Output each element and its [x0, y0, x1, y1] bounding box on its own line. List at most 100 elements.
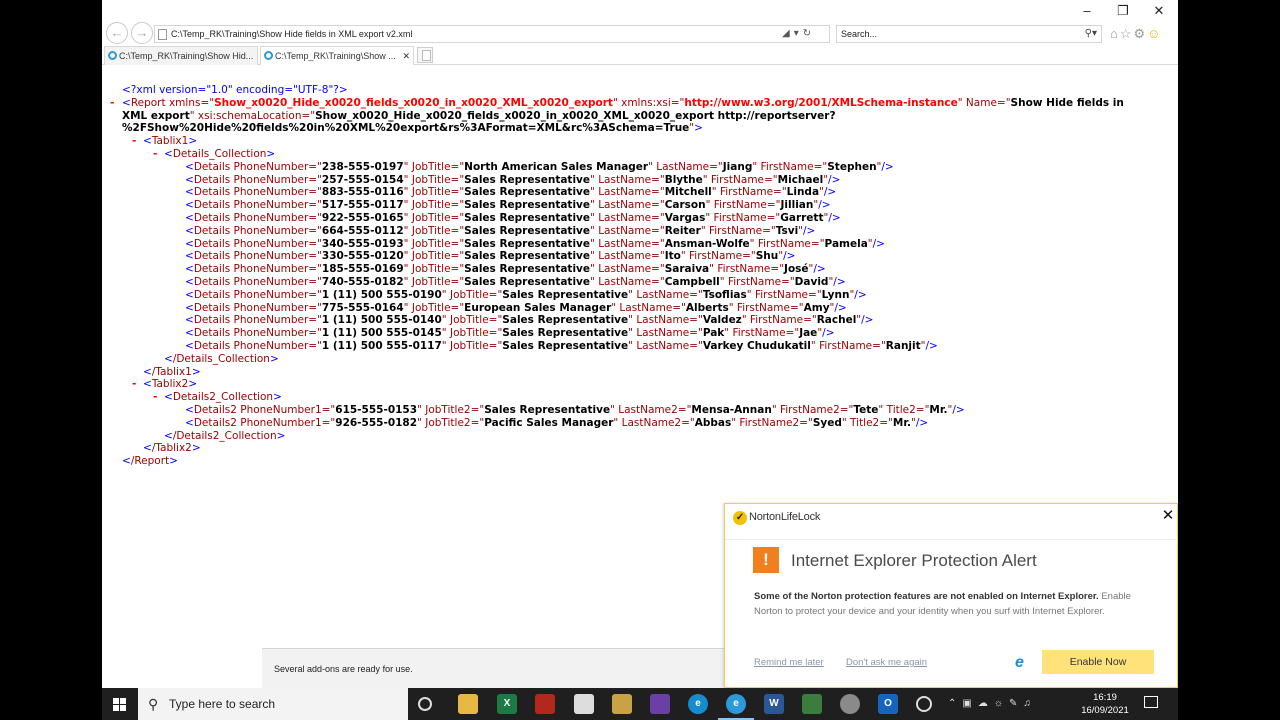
notepad-icon[interactable] [574, 694, 594, 714]
attr-value: Sales Representative [464, 186, 591, 199]
title-bar: – ❐ ✕ ← → C:\Temp_RK\Training\Show Hide … [102, 0, 1178, 45]
tag-name: Details [193, 160, 231, 173]
search-icon[interactable]: ⚲▾ [1085, 26, 1097, 42]
windows-logo-part [120, 705, 126, 711]
attr-name: LastName=" [594, 250, 665, 263]
collapse-toggle[interactable]: - [132, 378, 136, 391]
attr-name: FirstName=" [707, 173, 778, 186]
attr-value: 615-555-0153 [335, 403, 418, 416]
bracket: < [143, 135, 152, 148]
bracket: < [185, 314, 194, 327]
back-button[interactable]: ← [106, 22, 128, 44]
visual-studio-icon[interactable] [650, 694, 670, 714]
system-tray[interactable]: ⌃▣☁☼✎♫ [948, 698, 1037, 709]
favorites-star-icon[interactable]: ☆ [1120, 26, 1134, 41]
attr-name: LastName=" [632, 314, 703, 327]
tag-name: Details [193, 263, 231, 276]
file-explorer-icon[interactable] [458, 694, 478, 714]
attr-name: JobTitle=" [408, 275, 465, 288]
bracket: < [143, 378, 152, 391]
attr-name: PhoneNumber=" [230, 237, 322, 250]
dont-ask-again-link[interactable]: Don't ask me again [846, 657, 927, 668]
attr-name: PhoneNumber=" [230, 199, 322, 212]
excel-icon[interactable]: X [497, 694, 517, 714]
attr-name: LastName=" [594, 199, 665, 212]
tag-name: Details [193, 314, 231, 327]
taskbar-search[interactable]: ⚲ Type here to search [138, 688, 408, 720]
attr-value: Sales Representative [502, 288, 629, 301]
word-icon[interactable]: W [764, 694, 784, 714]
project-icon[interactable] [802, 694, 822, 714]
bracket: /> [828, 173, 841, 186]
app-icon-4[interactable] [916, 696, 932, 712]
forward-button[interactable]: → [131, 22, 153, 44]
tag-name: Tablix1 [151, 135, 189, 148]
enable-now-button[interactable]: Enable Now [1042, 650, 1154, 674]
address-bar[interactable]: C:\Temp_RK\Training\Show Hide fields in … [154, 25, 830, 43]
outlook-icon[interactable]: O [878, 694, 898, 714]
bracket: < [164, 352, 173, 365]
restore-button[interactable]: ❐ [1108, 2, 1138, 20]
settings-gear-icon[interactable]: ⚙ [1134, 26, 1148, 41]
details-row: <Details PhoneNumber="664-555-0112" JobT… [102, 225, 1178, 238]
minimize-button[interactable]: – [1072, 2, 1102, 20]
attr-name: xmlns:xsi=" [617, 96, 685, 109]
bracket: /> [881, 160, 894, 173]
tablix1-open: - <Tablix1> [102, 135, 1178, 148]
search-box[interactable]: Search... ⚲▾ [836, 25, 1102, 43]
app-icon-3[interactable] [840, 694, 860, 714]
bracket: < [122, 455, 131, 468]
bracket: > [169, 455, 178, 468]
norton-check-icon: ✓ [733, 511, 747, 525]
attr-name: JobTitle=" [408, 263, 465, 276]
notifications-icon[interactable] [1144, 696, 1158, 708]
bracket: /> [861, 314, 874, 327]
attr-value: Sales Representative [464, 199, 591, 212]
clock[interactable]: 16:19 16/09/2021 [1078, 691, 1132, 717]
attr-name: JobTitle=" [408, 301, 465, 314]
collapse-toggle[interactable]: - [132, 135, 136, 148]
tag-name: Details [193, 199, 231, 212]
bracket: /> [915, 416, 929, 429]
home-icon[interactable]: ⌂ [1110, 26, 1120, 41]
attr-value: Linda [786, 186, 820, 199]
attr-value: 922-555-0165 [321, 211, 404, 224]
tab-1[interactable]: C:\Temp_RK\Training\Show Hid... [104, 46, 258, 65]
internet-explorer-icon: e [1015, 654, 1024, 671]
attr-name: JobTitle=" [446, 314, 503, 327]
attr-value: Sales Representative [484, 403, 611, 416]
new-tab-button[interactable] [417, 47, 433, 63]
close-popup-button[interactable]: ✕ [1161, 506, 1175, 524]
feedback-smiley-icon[interactable]: ☺ [1147, 26, 1162, 41]
bracket: < [143, 442, 152, 455]
attr-value: Tete [853, 403, 879, 416]
toolbar-icons[interactable]: ⌂☆⚙☺ [1110, 26, 1162, 42]
attr-name: FirstName=" [751, 288, 822, 301]
app-icon[interactable] [535, 694, 555, 714]
collapse-toggle[interactable]: - [153, 391, 157, 404]
app-icon-2[interactable] [612, 694, 632, 714]
attr-name: JobTitle2=" [421, 403, 485, 416]
remind-me-later-link[interactable]: Remind me later [754, 657, 824, 668]
tab-label: C:\Temp_RK\Training\Show Hid... [119, 51, 254, 61]
bracket: < [185, 160, 194, 173]
start-button[interactable] [102, 688, 138, 720]
edge-icon[interactable]: e [688, 694, 708, 714]
tab-2-active[interactable]: C:\Temp_RK\Training\Show ... ✕ [260, 46, 414, 65]
bracket: < [164, 429, 173, 442]
internet-explorer-icon[interactable]: e [718, 694, 754, 720]
windows-logo-icon [113, 698, 119, 704]
address-tools[interactable]: ◢▾↻ [782, 28, 815, 39]
close-tab-icon[interactable]: ✕ [402, 47, 410, 65]
tablix1-close: </Tablix1> [102, 366, 1178, 379]
cortana-icon[interactable] [418, 697, 432, 711]
close-window-button[interactable]: ✕ [1144, 2, 1174, 20]
xml-document: <?xml version="1.0" encoding="UTF-8"?> - <… [102, 84, 1178, 468]
attr-name: LastName=" [594, 237, 665, 250]
bracket: < [122, 96, 131, 109]
attr-value: 330-555-0120 [321, 250, 404, 263]
collapse-toggle[interactable]: - [153, 148, 157, 161]
attr-name: LastName2=" [618, 416, 695, 429]
collapse-toggle[interactable]: - [110, 97, 114, 110]
bracket: /> [813, 263, 826, 276]
